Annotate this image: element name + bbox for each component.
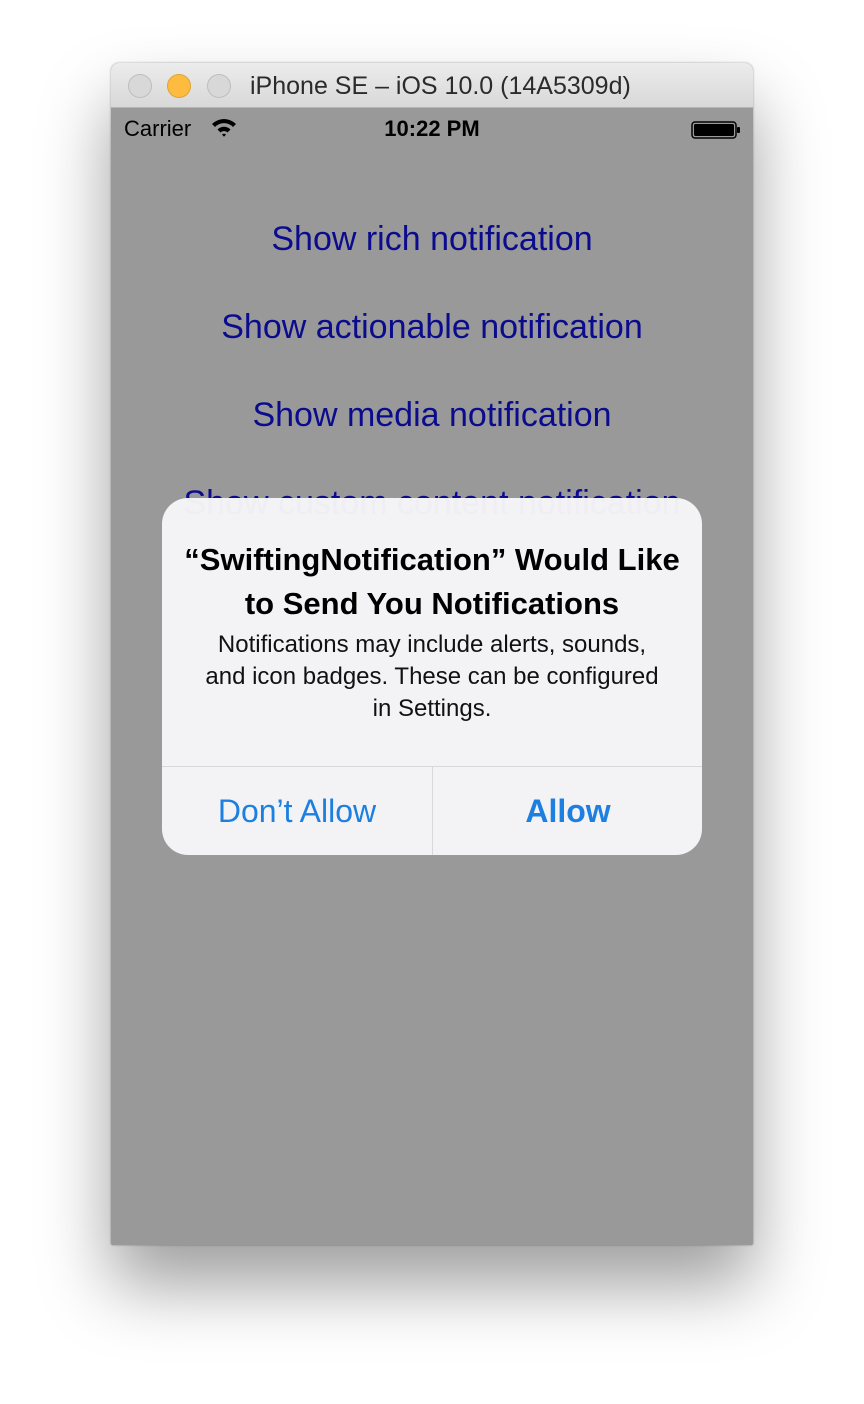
window-titlebar[interactable]: iPhone SE – iOS 10.0 (14A5309d) [111,63,753,108]
window-title: iPhone SE – iOS 10.0 (14A5309d) [250,72,631,100]
show-actionable-notification-button[interactable]: Show actionable notification [111,308,753,347]
show-media-notification-button[interactable]: Show media notification [111,396,753,435]
dont-allow-button[interactable]: Don’t Allow [162,767,432,855]
notification-permission-alert: “SwiftingNotification” Would Like to Sen… [162,498,702,855]
alert-title: “SwiftingNotification” Would Like to Sen… [184,542,680,621]
alert-message: Notifications may include alerts, sounds… [205,631,659,722]
simulator-window: iPhone SE – iOS 10.0 (14A5309d) Carrier … [111,63,753,1245]
status-bar: Carrier 10:22 PM [111,108,753,148]
device-screen: Carrier 10:22 PM Show rich notification … [111,108,753,1245]
minimize-window-button[interactable] [167,74,191,98]
close-window-button[interactable] [128,74,152,98]
battery-full-icon [691,121,740,139]
show-rich-notification-button[interactable]: Show rich notification [111,220,753,259]
allow-button[interactable]: Allow [433,767,702,855]
zoom-window-button[interactable] [207,74,231,98]
status-time: 10:22 PM [384,116,480,141]
